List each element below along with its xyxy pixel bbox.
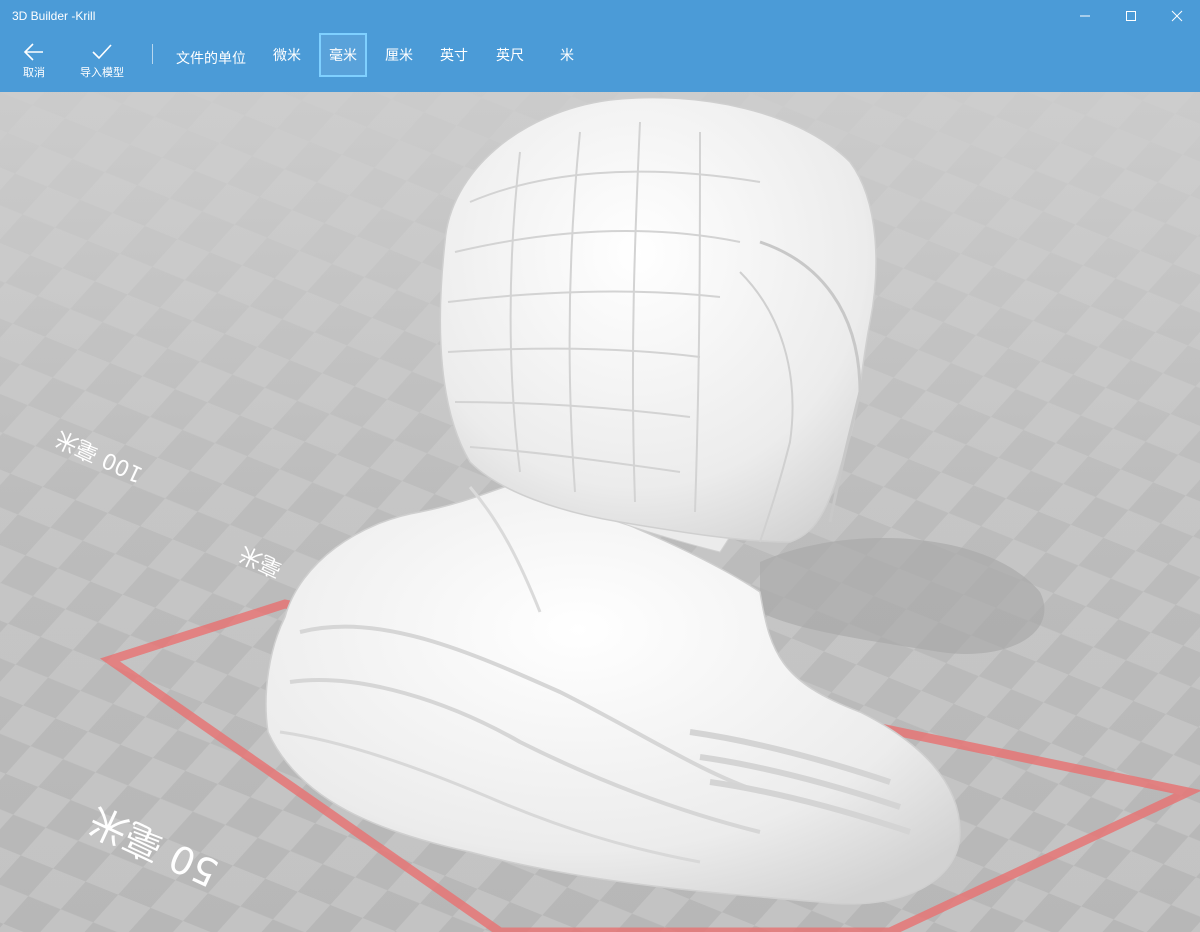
close-button[interactable] (1154, 0, 1200, 32)
maximize-button[interactable] (1108, 0, 1154, 32)
unit-centimeter[interactable]: 厘米 (374, 33, 424, 77)
toolbar: 取消 导入模型 文件的单位 微米 毫米 厘米 英寸 英尺 米 (0, 32, 1200, 92)
file-units-label: 文件的单位 (176, 50, 246, 66)
minimize-button[interactable] (1062, 0, 1108, 32)
app-window: 3D Builder -Krill 取消 导入模型 文件的单位 微米 毫米 厘米… (0, 0, 1200, 932)
unit-foot[interactable]: 英尺 (485, 33, 535, 77)
maximize-icon (1126, 11, 1136, 21)
close-icon (1171, 10, 1183, 22)
cancel-button[interactable]: 取消 (14, 42, 54, 80)
title-bar[interactable]: 3D Builder -Krill (0, 0, 1200, 32)
unit-inch[interactable]: 英寸 (429, 33, 479, 77)
scene-canvas (0, 92, 1200, 932)
cancel-label: 取消 (23, 67, 45, 79)
unit-meter[interactable]: 米 (544, 33, 590, 77)
unit-micrometer[interactable]: 微米 (262, 33, 312, 77)
model-head[interactable] (439, 96, 877, 543)
back-arrow-icon (23, 43, 43, 61)
3d-viewport[interactable]: 100 毫米 毫米 50 毫米 (0, 92, 1200, 932)
minimize-icon (1080, 15, 1090, 17)
checkmark-icon (92, 44, 112, 60)
import-model-label: 导入模型 (80, 67, 124, 79)
unit-millimeter[interactable]: 毫米 (319, 33, 367, 77)
app-chrome: 3D Builder -Krill 取消 导入模型 文件的单位 微米 毫米 厘米… (0, 0, 1200, 92)
toolbar-separator (152, 44, 153, 64)
import-model-button[interactable]: 导入模型 (74, 42, 130, 80)
window-title: 3D Builder -Krill (12, 9, 96, 23)
